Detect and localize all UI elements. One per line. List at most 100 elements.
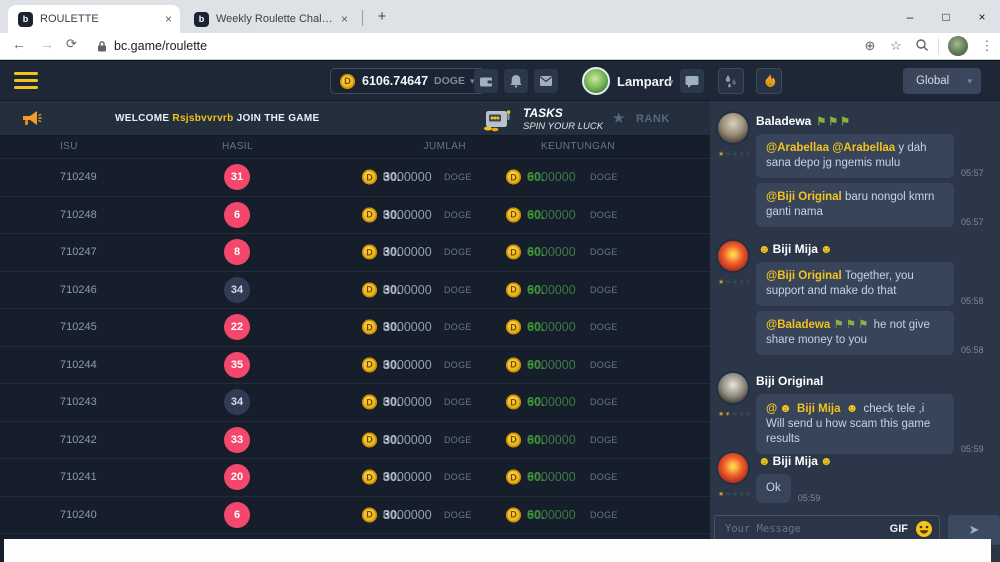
url-text[interactable]: bc.game/roulette (114, 39, 207, 53)
mention[interactable]: @Arabellaa (832, 142, 895, 154)
table-row[interactable]: 7102406D30.0000000DOGED60.0000000DOGE (0, 497, 710, 535)
install-app-icon[interactable]: ⊕ (857, 38, 883, 54)
amount-fraction: 0000000 (383, 395, 432, 409)
doge-coin-icon: D (506, 470, 521, 485)
table-row[interactable]: 71024931D30.0000000DOGED60.0000000DOGE (0, 159, 710, 197)
currency-unit: DOGE (444, 285, 472, 295)
doge-coin-icon: D (506, 357, 521, 372)
table-row[interactable]: 71024334D30.0000000DOGED60.0000000DOGE (0, 384, 710, 422)
user-rating: ★★★★★ (718, 278, 752, 286)
tab-title: ROULETTE (40, 13, 159, 25)
search-icon[interactable] (909, 38, 935, 55)
table-row[interactable]: 7102486D30.0000000DOGED60.0000000DOGE (0, 197, 710, 235)
close-button[interactable]: × (964, 10, 1000, 24)
wallet-icon (479, 75, 493, 88)
avatar[interactable] (718, 241, 748, 271)
back-icon[interactable]: ← (12, 36, 26, 52)
browser-menu-icon[interactable]: ⋮ (974, 38, 1000, 54)
mention[interactable]: @Biji Original (766, 270, 842, 282)
mention[interactable]: @Biji Original (766, 191, 842, 203)
currency-unit: DOGE (444, 510, 472, 520)
table-row[interactable]: 71024435D30.0000000DOGED60.0000000DOGE (0, 347, 710, 385)
amount-fraction: 0000000 (383, 433, 432, 447)
notifications-button[interactable] (504, 69, 528, 93)
new-tab-button[interactable]: + (372, 7, 392, 27)
currency-unit: DOGE (444, 435, 472, 445)
round-id: 710246 (60, 284, 97, 296)
amount-fraction: 0000000 (527, 283, 576, 297)
browser-profile-avatar[interactable] (948, 36, 968, 56)
maximize-button[interactable]: □ (928, 10, 964, 24)
table-row[interactable]: 71024233D30.0000000DOGED60.0000000DOGE (0, 422, 710, 460)
user-rating: ★★★★★ (718, 490, 752, 498)
chat-username[interactable]: Baladewa (756, 114, 811, 128)
welcome-suffix: JOIN THE GAME (237, 113, 320, 124)
mention[interactable]: @Baladewa (766, 319, 833, 331)
doge-coin-icon: D (362, 470, 377, 485)
reload-icon[interactable]: ⟳ (66, 36, 77, 52)
tab-close-icon[interactable]: × (341, 12, 348, 26)
table-row[interactable]: 71024634D30.0000000DOGED60.0000000DOGE (0, 272, 710, 310)
user-name[interactable]: Lampard (617, 74, 672, 89)
grin-emoji-icon: ☻ (779, 401, 792, 415)
chat-toggle-button[interactable] (680, 69, 704, 93)
chat-username[interactable]: Biji Mija (773, 454, 818, 468)
minimize-button[interactable]: – (892, 10, 928, 24)
doge-coin-icon: D (362, 207, 377, 222)
result-badge: 34 (224, 389, 250, 415)
forward-icon[interactable]: → (40, 36, 54, 52)
amount-fraction: 0000000 (383, 283, 432, 297)
rank-label[interactable]: RANK (636, 113, 670, 125)
browser-tab-active[interactable]: b ROULETTE × (8, 5, 180, 33)
gif-button[interactable]: GIF (890, 523, 908, 535)
chat-bubble: @Biji Original Together, you support and… (756, 262, 954, 306)
amount-fraction: 0000000 (383, 208, 432, 222)
mention[interactable]: @ (766, 403, 777, 415)
flag-emoji-icons: ⚑⚑⚑ (833, 319, 870, 331)
site-favicon-icon: b (18, 12, 33, 27)
table-row[interactable]: 71024522D30.0000000DOGED60.0000000DOGE (0, 309, 710, 347)
browser-tab-inactive[interactable]: b Weekly Roulette Challenge - Win × (184, 5, 356, 33)
rain-icon (723, 74, 739, 88)
mention[interactable]: @Arabellaa (766, 142, 829, 154)
slot-machine-icon[interactable] (483, 107, 511, 137)
chevron-down-icon[interactable]: ▾ (669, 77, 674, 88)
rain-button[interactable] (718, 68, 744, 94)
coin-drop-button[interactable]: D (756, 68, 782, 94)
wallet-button[interactable] (474, 69, 498, 93)
currency-unit: DOGE (590, 285, 618, 295)
balance-selector[interactable]: D 6106.74647 DOGE ▾ (330, 68, 485, 94)
chat-username[interactable]: Biji Mija (773, 242, 818, 256)
currency-unit: DOGE (590, 172, 618, 182)
message-input[interactable] (725, 523, 883, 535)
messages-button[interactable] (534, 69, 558, 93)
star-icon: ★ (725, 411, 732, 418)
avatar[interactable] (718, 113, 748, 143)
amount-fraction: 0000000 (383, 320, 432, 334)
tasks-title[interactable]: TASKS (523, 106, 563, 120)
message-box[interactable]: GIF (714, 515, 940, 542)
emoji-button[interactable] (915, 520, 933, 538)
chat-room-dropdown[interactable]: Global ▾ (903, 68, 981, 94)
round-id: 710244 (60, 359, 97, 371)
doge-coin-icon: D (506, 432, 521, 447)
result-badge: 6 (224, 502, 250, 528)
mention[interactable]: Biji Mija (794, 403, 844, 415)
table-row[interactable]: 71024120D30.0000000DOGED60.0000000DOGE (0, 459, 710, 497)
avatar[interactable] (718, 373, 748, 403)
doge-coin-icon: D (340, 74, 355, 89)
amount-fraction: 0000000 (527, 508, 576, 522)
doge-coin-icon: D (362, 507, 377, 522)
menu-hamburger-icon[interactable] (14, 72, 38, 89)
star-icon: ★ (718, 491, 725, 498)
message-body: ☻Biji Mija☻Ok05:59 (756, 453, 992, 503)
table-row[interactable]: 7102478D30.0000000DOGED60.0000000DOGE (0, 234, 710, 272)
currency-unit: DOGE (444, 210, 472, 220)
tab-close-icon[interactable]: × (165, 12, 172, 26)
user-avatar[interactable] (582, 67, 610, 95)
bubble-row: @Baladewa ⚑⚑⚑ he not give share money to… (756, 311, 992, 355)
avatar[interactable] (718, 453, 748, 483)
bookmark-star-icon[interactable]: ☆ (883, 38, 909, 54)
message-time: 05:57 (961, 168, 984, 178)
chat-username[interactable]: Biji Original (756, 374, 823, 388)
